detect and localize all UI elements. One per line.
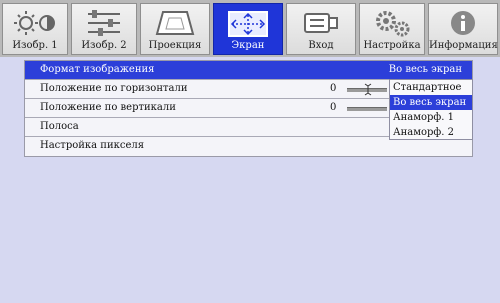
menu-item-aspect[interactable]: Формат изображения Во весь экран <box>25 61 472 80</box>
keystone-icon <box>155 11 195 35</box>
tab-information[interactable]: Информация <box>428 3 498 55</box>
menu-item-value: Во весь экран <box>388 64 462 75</box>
menu-item-label: Полоса <box>40 121 79 132</box>
dropdown-option-anamorphic-1[interactable]: Анаморф. 1 <box>390 110 472 125</box>
tab-label: Экран <box>231 40 265 51</box>
tab-label: Изобр. 1 <box>12 40 58 51</box>
tab-label: Информация <box>429 40 498 51</box>
tab-projection[interactable]: Проекция <box>140 3 210 55</box>
input-plug-icon <box>304 13 338 33</box>
vertical-position-slider[interactable] <box>347 107 387 111</box>
tab-picture-1[interactable]: Изобр. 1 <box>2 3 68 55</box>
info-icon <box>451 11 475 35</box>
menu-item-value: 0 <box>330 102 337 113</box>
tab-label: Проекция <box>148 40 202 51</box>
menu-tab-bar: Изобр. 1 Изобр. 2 Проекция Экран Вход На… <box>0 0 500 57</box>
menu-item-value: 0 <box>330 83 337 94</box>
aspect-dropdown: Стандартное Во весь экран Анаморф. 1 Ана… <box>389 79 473 140</box>
menu-item-label: Положение по вертикали <box>40 102 176 113</box>
text-cursor-icon <box>364 83 372 96</box>
gears-icon <box>376 11 410 37</box>
dropdown-option-standard[interactable]: Стандартное <box>390 80 472 95</box>
tab-label: Настройка <box>363 40 421 51</box>
dropdown-option-anamorphic-2[interactable]: Анаморф. 2 <box>390 125 472 140</box>
tab-picture-2[interactable]: Изобр. 2 <box>71 3 137 55</box>
menu-item-label: Настройка пикселя <box>40 140 145 151</box>
menu-item-label: Формат изображения <box>40 64 155 75</box>
screen-position-icon <box>228 11 268 37</box>
brightness-contrast-icon <box>14 11 55 35</box>
dropdown-option-full-screen[interactable]: Во весь экран <box>390 95 472 110</box>
sliders-icon <box>88 10 120 36</box>
tab-label: Изобр. 2 <box>81 40 127 51</box>
tab-input[interactable]: Вход <box>286 3 356 55</box>
tab-settings[interactable]: Настройка <box>359 3 425 55</box>
tab-label: Вход <box>308 40 334 51</box>
tab-screen[interactable]: Экран <box>213 3 283 55</box>
menu-item-label: Положение по горизонтали <box>40 83 188 94</box>
